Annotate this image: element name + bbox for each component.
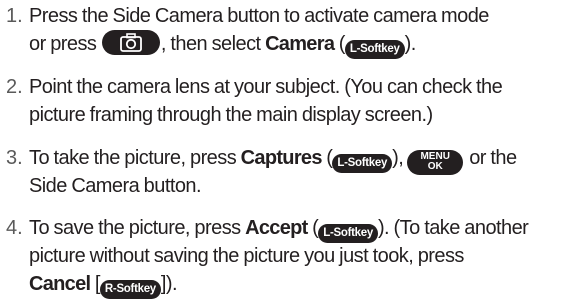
step-text-segment: or the [469, 147, 517, 169]
ok-key-label: OK [427, 161, 443, 172]
softkey-badge-icon: L-Softkey [318, 224, 378, 243]
step-line: picture framing through the main display… [29, 104, 433, 126]
step-text-segment: , then select [160, 33, 266, 55]
step-line: To take the picture, press Captures (L-S… [29, 144, 581, 175]
step-text-segment: ). (To take another [377, 217, 529, 239]
instruction-steps: 1. Press the Side Camera button to activ… [0, 0, 585, 299]
step-line: picture without saving the picture you j… [29, 245, 464, 267]
bold-term: Captures [240, 147, 323, 169]
step-text-segment: ]). [160, 273, 178, 295]
camera-icon [119, 33, 142, 52]
step-number: 1. [6, 5, 23, 27]
step-text-segment: ( [321, 147, 333, 169]
softkey-badge-icon: R-Softkey [99, 280, 161, 299]
softkey-badge-icon: L-Softkey [332, 154, 393, 173]
bold-term: Camera [265, 33, 335, 55]
step-line: Cancel [R-Softkey]). [29, 270, 581, 299]
step-text-segment: ). [404, 33, 417, 55]
softkey-badge-icon: L-Softkey [344, 40, 405, 59]
step-line: To save the picture, press Accept (L-Sof… [29, 214, 581, 243]
step-text: To take the picture, press Captures (L-S… [29, 144, 581, 200]
step-text-segment: ), [392, 147, 404, 169]
step-text-segment: [ [90, 273, 101, 295]
step-line: Point the camera lens at your subject. (… [29, 76, 503, 98]
step-number: 3. [6, 147, 23, 169]
step-text: To save the picture, press Accept (L-Sof… [29, 214, 581, 299]
step-line: Side Camera button. [29, 175, 202, 197]
step-text-segment: ( [307, 217, 319, 239]
step-line: Press the Side Camera button to activate… [29, 2, 581, 30]
menu-ok-key-icon: MENU OK [407, 150, 464, 175]
camera-key-icon [101, 30, 160, 55]
step-text-segment: ( [334, 33, 346, 55]
step-line: or press , then select Camera (L-Softkey… [29, 30, 581, 59]
step-text: Point the camera lens at your subject. (… [29, 73, 581, 129]
bold-term: Cancel [29, 273, 91, 295]
step-text: Press the Side Camera button to activate… [29, 2, 581, 59]
step-text-segment: To take the picture, press [29, 147, 241, 169]
step-number: 2. [6, 76, 23, 98]
step-text-segment: To save the picture, press [29, 217, 246, 239]
step-text-segment: or press [29, 33, 101, 55]
step-number: 4. [6, 217, 23, 239]
bold-term: Accept [245, 217, 308, 239]
step-text-segment: Press the Side Camera button to activate… [29, 5, 489, 27]
